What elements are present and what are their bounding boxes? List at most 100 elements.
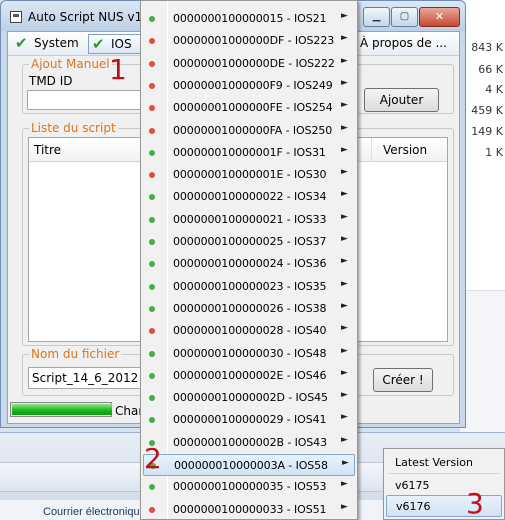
- column-header-version[interactable]: Version: [383, 143, 427, 157]
- ios-menu-item-label: 000000010000003A - IOS58: [174, 459, 328, 472]
- ios-menu-item[interactable]: 00000001000000DF - IOS223 ►: [143, 30, 355, 52]
- status-green-icon: [149, 350, 155, 357]
- minimize-button[interactable]: ▁: [363, 7, 390, 27]
- status-red-icon: [149, 60, 155, 67]
- submenu-arrow-icon: ►: [341, 144, 348, 155]
- progress-bar: [10, 402, 112, 417]
- menu-ios[interactable]: ✔ IOS: [88, 34, 148, 54]
- submenu-arrow-icon: ►: [341, 300, 348, 311]
- ios-menu-item-label: 00000001000000FA - IOS250: [173, 123, 333, 137]
- ios-menu-item-label: 0000000100000030 - IOS48: [173, 346, 327, 360]
- status-red-icon: [149, 328, 155, 335]
- ios-menu-item-label: 0000000100000026 - IOS38: [173, 301, 327, 315]
- status-red-icon: [149, 82, 155, 89]
- ios-menu-item[interactable]: 000000010000001F - IOS31 ►: [143, 142, 355, 164]
- submenu-item[interactable]: v6175: [386, 475, 502, 497]
- menu-system[interactable]: ✔ System: [12, 34, 84, 54]
- submenu-arrow-icon: ►: [341, 33, 348, 44]
- ios-menu-item-label: 0000000100000028 - IOS40: [173, 324, 327, 338]
- ios-menu-item-label: 000000010000001F - IOS31: [173, 145, 326, 159]
- ios-menu-item[interactable]: 00000001000000DE - IOS222 ►: [143, 53, 355, 75]
- group-liste-label: Liste du script: [29, 121, 118, 135]
- status-green-icon: [149, 417, 155, 424]
- ios-menu-item[interactable]: 00000001000000F9 - IOS249 ►: [143, 75, 355, 97]
- submenu-item-label: v6176: [396, 500, 431, 513]
- submenu-arrow-icon: ►: [341, 367, 348, 378]
- tmd-id-input[interactable]: [27, 90, 145, 110]
- ios-menu-item-label: 000000010000001E - IOS30: [173, 168, 327, 182]
- menu-apropos[interactable]: À propos de ...: [360, 34, 460, 54]
- status-red-icon: [149, 105, 155, 112]
- background-size-text: 149 K: [471, 125, 503, 138]
- submenu-arrow-icon: ►: [341, 479, 348, 490]
- ios-menu-item[interactable]: 0000000100000021 - IOS33 ►: [143, 209, 355, 231]
- ios-menu-item[interactable]: 0000000100000023 - IOS35 ►: [143, 276, 355, 298]
- close-button[interactable]: ✕: [419, 7, 460, 27]
- ios-menu-item[interactable]: 0000000100000024 - IOS36 ►: [143, 253, 355, 275]
- ios-menu-item[interactable]: 0000000100000026 - IOS38 ►: [143, 298, 355, 320]
- ios-menu-item[interactable]: 000000010000001E - IOS30 ►: [143, 164, 355, 186]
- ios-menu-item[interactable]: 000000010000002E - IOS46 ►: [143, 365, 355, 387]
- ios-menu-item-label: 00000001000000DF - IOS223: [173, 34, 335, 48]
- status-green-icon: [149, 239, 155, 245]
- status-green-icon: [149, 305, 155, 312]
- background-taskbar-label[interactable]: Courrier électronique: [43, 506, 146, 518]
- ios-menu-item-label: 0000000100000025 - IOS37: [173, 235, 327, 248]
- ios-menu-item[interactable]: 00000001000000FE - IOS254 ►: [143, 97, 355, 119]
- ios-menu-item[interactable]: 0000000100000028 - IOS40 ►: [143, 320, 355, 342]
- ios-menu-item[interactable]: 00000001000000FA - IOS250 ►: [143, 120, 355, 142]
- status-green-icon: [149, 16, 155, 22]
- status-red-icon: [149, 127, 155, 134]
- ios-menu-item[interactable]: 0000000100000022 - IOS34 ►: [143, 186, 355, 208]
- ios-menu-item[interactable]: 0000000100000035 - IOS53 ►: [143, 476, 355, 498]
- ios-menu-item-label: 0000000100000029 - IOS41: [173, 413, 327, 427]
- submenu-item-label: Latest Version: [395, 456, 473, 469]
- ios-menu-item-label: 0000000100000024 - IOS36: [173, 257, 327, 271]
- menu-ios-label: IOS: [111, 37, 132, 51]
- ios-menu-item-label: 0000000100000015 - IOS21: [173, 12, 327, 25]
- ios-menu-item[interactable]: 0000000100000025 - IOS37 ►: [143, 231, 355, 253]
- ios-menu-item[interactable]: 0000000100000030 - IOS48 ►: [143, 343, 355, 365]
- tmd-id-label: TMD ID: [29, 74, 73, 88]
- ios-dropdown-menu: 0000000100000015 - IOS21 ► 00000001000000D…: [140, 0, 358, 520]
- ios-menu-item-label: 0000000100000022 - IOS34: [173, 190, 327, 204]
- annotation-step-1: 1: [109, 53, 127, 86]
- ios-menu-item[interactable]: 0000000100000029 - IOS41 ►: [143, 409, 355, 431]
- submenu-arrow-icon: ►: [341, 55, 348, 66]
- column-header-titre[interactable]: Titre: [34, 143, 61, 157]
- ios-menu-item-selected[interactable]: 000000010000003A - IOS58 ►: [143, 454, 355, 476]
- create-button[interactable]: Créer !: [373, 368, 433, 392]
- background-size-text: 66 K: [478, 63, 503, 76]
- submenu-arrow-icon: ►: [341, 501, 348, 512]
- annotation-step-2: 2: [144, 442, 162, 475]
- submenu-item[interactable]: Latest Version: [386, 452, 502, 474]
- status-green-icon: [149, 149, 155, 156]
- submenu-separator: [388, 473, 500, 474]
- submenu-arrow-icon: ►: [341, 100, 348, 111]
- ios-menu-item-label: 0000000100000035 - IOS53: [173, 480, 327, 494]
- add-button[interactable]: Ajouter: [364, 88, 439, 112]
- background-size-text: 843 K: [471, 41, 503, 54]
- ios-menu-item-label: 0000000100000033 - IOS51: [173, 502, 327, 516]
- ios-menu-item[interactable]: 000000010000002B - IOS43 ►: [143, 432, 355, 454]
- ios-menu-item-label: 00000001000000DE - IOS222: [173, 56, 335, 70]
- ios-menu-item[interactable]: 000000010000002D - IOS45 ►: [143, 387, 355, 409]
- file-name-input[interactable]: Script_14_6_2012: [28, 367, 146, 389]
- maximize-button[interactable]: ▢: [391, 7, 418, 27]
- background-size-text: 459 K: [471, 104, 503, 117]
- submenu-arrow-icon: ►: [341, 167, 348, 178]
- submenu-item-selected[interactable]: v6176: [386, 495, 502, 517]
- background-size-text: 4 K: [485, 83, 503, 96]
- submenu-arrow-icon: ►: [341, 211, 348, 222]
- group-ajout-label: Ajout Manuel: [29, 57, 112, 71]
- checkmark-icon: ✔: [92, 35, 105, 53]
- status-red-icon: [149, 38, 155, 45]
- submenu-arrow-icon: ►: [341, 11, 348, 21]
- status-red-icon: [149, 172, 155, 179]
- ios-menu-item[interactable]: 0000000100000015 - IOS21 ►: [143, 8, 355, 30]
- window-title: Auto Script NUS v1.0: [28, 10, 154, 24]
- ios-menu-item[interactable]: 0000000100000033 - IOS51 ►: [143, 499, 355, 519]
- ios-menu-item-label: 000000010000002D - IOS45: [173, 391, 328, 405]
- submenu-arrow-icon: ►: [341, 345, 348, 356]
- status-green-icon: [149, 484, 155, 491]
